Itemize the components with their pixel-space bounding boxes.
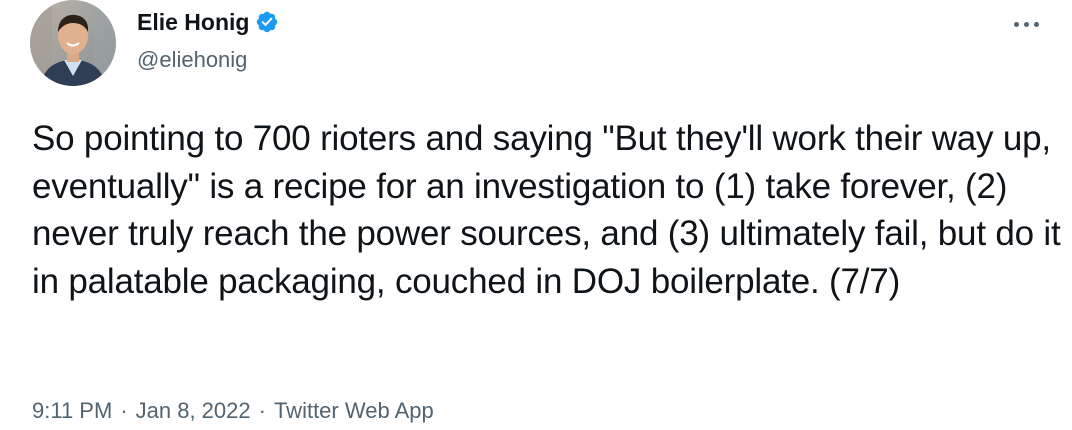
verified-badge-icon: [255, 10, 279, 34]
profile-avatar-image: [30, 0, 116, 86]
tweet-source[interactable]: Twitter Web App: [274, 397, 434, 425]
more-horizontal-icon: [1033, 21, 1039, 27]
meta-separator: ·: [258, 398, 266, 423]
author-display-name[interactable]: Elie Honig: [137, 8, 249, 36]
author-name-row: Elie Honig: [137, 8, 279, 36]
tweet-date[interactable]: Jan 8, 2022: [136, 397, 251, 425]
more-options-button[interactable]: [1006, 14, 1046, 34]
tweet-time[interactable]: 9:11 PM: [32, 397, 112, 425]
tweet-meta: 9:11 PM · Jan 8, 2022 · Twitter Web App: [32, 397, 434, 425]
tweet-text: So pointing to 700 rioters and saying "B…: [32, 119, 1071, 301]
more-horizontal-icon: [1023, 21, 1029, 27]
more-horizontal-icon: [1013, 21, 1019, 27]
avatar[interactable]: [30, 0, 116, 86]
meta-separator: ·: [120, 398, 128, 423]
author-handle[interactable]: @eliehonig: [137, 46, 247, 74]
